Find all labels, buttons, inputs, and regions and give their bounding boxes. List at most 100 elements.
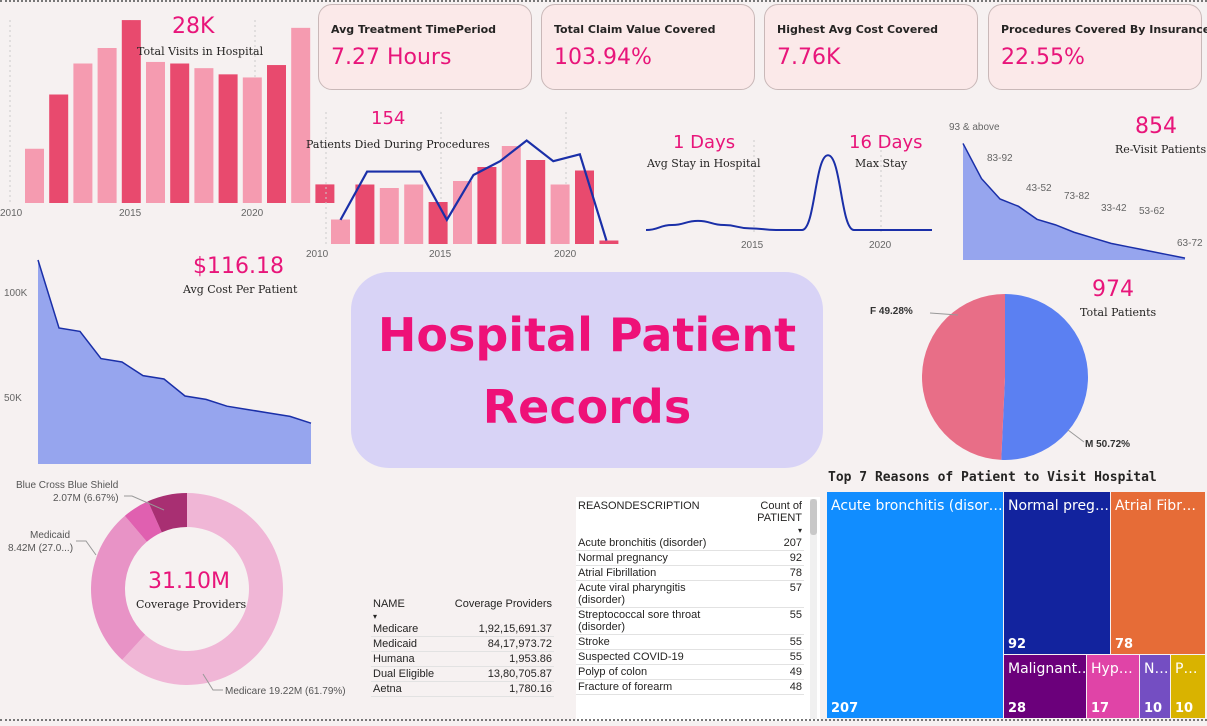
leader-line xyxy=(76,540,97,556)
died-combo-chart[interactable] xyxy=(316,106,636,251)
bar[interactable] xyxy=(73,63,93,204)
cell: 13,80,705.87 xyxy=(442,666,554,682)
treemap-cell[interactable]: N… 10 xyxy=(1140,655,1170,718)
visits-bar-chart[interactable] xyxy=(0,0,335,210)
table-row[interactable]: Polyp of colon 49 xyxy=(576,664,804,680)
table-row[interactable]: Stroke 55 xyxy=(576,634,804,650)
scrollbar-thumb[interactable] xyxy=(810,499,817,535)
treemap-cell[interactable]: Acute bronchitis (disor… 207 xyxy=(827,492,1003,718)
visits-label: Total Visits in Hospital xyxy=(137,45,264,58)
column-header-reason[interactable]: REASONDESCRIPTION xyxy=(576,497,730,536)
table-row[interactable]: Normal pregnancy 92 xyxy=(576,550,804,566)
donut-label: Medicaid xyxy=(30,530,71,541)
treemap-cell[interactable]: Malignant… 28 xyxy=(1004,655,1086,718)
bar[interactable] xyxy=(453,181,472,244)
bar[interactable] xyxy=(599,240,619,245)
patients-value: 974 xyxy=(1092,277,1134,302)
treemap-cell[interactable]: P… 10 xyxy=(1171,655,1205,718)
cell: Aetna xyxy=(371,681,443,697)
cell: Streptococcal sore throat (disorder) xyxy=(576,607,730,635)
dashboard-title-card: Hospital Patient Records xyxy=(351,272,823,468)
coverage-table[interactable]: NAME ▾ Coverage Providers Medicare 1,92,15… xyxy=(371,598,554,697)
donut-label: Medicare 19.22M (61.79%) xyxy=(225,686,346,697)
cell: Acute viral pharyngitis (disorder) xyxy=(576,580,730,608)
avg-stay-label: Avg Stay in Hospital xyxy=(647,157,761,170)
bar[interactable] xyxy=(550,184,570,245)
bar[interactable] xyxy=(355,184,375,245)
table-row[interactable]: Fracture of forearm 48 xyxy=(576,679,804,695)
cell: Acute bronchitis (disorder) xyxy=(576,536,730,551)
axis-tick: 2020 xyxy=(869,240,892,251)
table-row[interactable]: Streptococcal sore throat (disorder) 55 xyxy=(576,607,804,635)
kpi-value: 7.76K xyxy=(777,45,841,70)
bar[interactable] xyxy=(331,219,350,245)
bar[interactable] xyxy=(291,27,311,203)
axis-tick: 2010 xyxy=(0,208,23,219)
table-row[interactable]: Aetna 1,780.16 xyxy=(371,681,554,697)
table-row[interactable]: Suspected COVID-19 55 xyxy=(576,649,804,665)
column-header-count[interactable]: Count of PATIENT ▾ xyxy=(730,497,804,536)
scrollbar-track[interactable] xyxy=(810,499,817,719)
bar[interactable] xyxy=(49,94,69,204)
reason-table[interactable]: REASONDESCRIPTION Count of PATIENT ▾ Acut… xyxy=(576,497,804,695)
table-row[interactable]: Medicaid 84,17,973.72 xyxy=(371,636,554,652)
bar[interactable] xyxy=(477,167,497,244)
slice-medicaid[interactable] xyxy=(90,515,147,660)
bar[interactable] xyxy=(97,48,117,203)
bar[interactable] xyxy=(242,77,262,203)
axis-tick: 2015 xyxy=(741,240,764,251)
leader-line xyxy=(1067,429,1085,443)
slice-f[interactable] xyxy=(922,294,1005,460)
bar[interactable] xyxy=(194,68,214,204)
table-header-row: NAME ▾ Coverage Providers xyxy=(371,598,554,622)
leader-line xyxy=(124,495,165,511)
avg-stay-value: 1 Days xyxy=(673,132,736,153)
bar[interactable] xyxy=(575,170,594,245)
table-row[interactable]: Dual Eligible 13,80,705.87 xyxy=(371,666,554,682)
bar[interactable] xyxy=(379,188,399,244)
bar[interactable] xyxy=(526,160,546,244)
table-row[interactable]: Medicare 1,92,15,691.37 xyxy=(371,622,554,637)
cell: 48 xyxy=(730,679,804,695)
bar[interactable] xyxy=(218,74,238,203)
treemap-cell-value: 10 xyxy=(1175,701,1194,716)
treemap-cell[interactable]: Normal preg… 92 xyxy=(1004,492,1110,654)
cell: Atrial Fibrillation xyxy=(576,565,730,581)
age-label: 63-72 xyxy=(1177,238,1203,249)
bar[interactable] xyxy=(170,63,190,204)
kpi-label: Procedures Covered By Insurance xyxy=(1001,23,1207,36)
cell: 55 xyxy=(730,607,804,635)
stay-line-chart[interactable] xyxy=(645,140,936,240)
bar[interactable] xyxy=(146,61,165,204)
bar[interactable] xyxy=(428,202,448,244)
treemap-cell-value: 78 xyxy=(1115,637,1134,652)
bar[interactable] xyxy=(501,146,521,244)
cell: 57 xyxy=(730,580,804,608)
male-label: M 50.72% xyxy=(1085,439,1131,450)
table-row[interactable]: Acute viral pharyngitis (disorder) 57 xyxy=(576,580,804,608)
column-header-coverage[interactable]: Coverage Providers xyxy=(443,598,554,622)
leader-line xyxy=(202,673,223,691)
reasons-treemap[interactable]: Acute bronchitis (disor… 207 Normal preg…… xyxy=(827,492,1205,718)
kpi-card-avg-treatment: Avg Treatment TimePeriod 7.27 Hours xyxy=(318,4,532,90)
treemap-cell[interactable]: Hyp… 17 xyxy=(1087,655,1139,718)
cell: Suspected COVID-19 xyxy=(576,649,730,665)
bar[interactable] xyxy=(404,184,424,245)
sort-arrow-icon[interactable]: ▾ xyxy=(373,612,377,621)
bar[interactable] xyxy=(25,148,44,203)
cell: 49 xyxy=(730,664,804,680)
reason-table-container[interactable]: REASONDESCRIPTION Count of PATIENT ▾ Acut… xyxy=(576,497,820,721)
sort-arrow-icon[interactable]: ▾ xyxy=(798,526,802,535)
treemap-cell-label: Hyp… xyxy=(1091,661,1133,677)
column-header-name[interactable]: NAME ▾ xyxy=(371,598,443,622)
max-stay-value: 16 Days xyxy=(849,132,923,153)
cost-label: Avg Cost Per Patient xyxy=(183,283,298,296)
cell: 1,780.16 xyxy=(442,681,554,697)
bar[interactable] xyxy=(267,65,286,203)
table-row[interactable]: Humana 1,953.86 xyxy=(371,651,554,667)
table-row[interactable]: Atrial Fibrillation 78 xyxy=(576,565,804,581)
treemap-cell[interactable]: Atrial Fibr… 78 xyxy=(1111,492,1205,654)
table-header-row: REASONDESCRIPTION Count of PATIENT ▾ xyxy=(576,497,804,536)
treemap-cell-label: Acute bronchitis (disor… xyxy=(831,498,1003,514)
table-row[interactable]: Acute bronchitis (disorder) 207 xyxy=(576,536,804,551)
